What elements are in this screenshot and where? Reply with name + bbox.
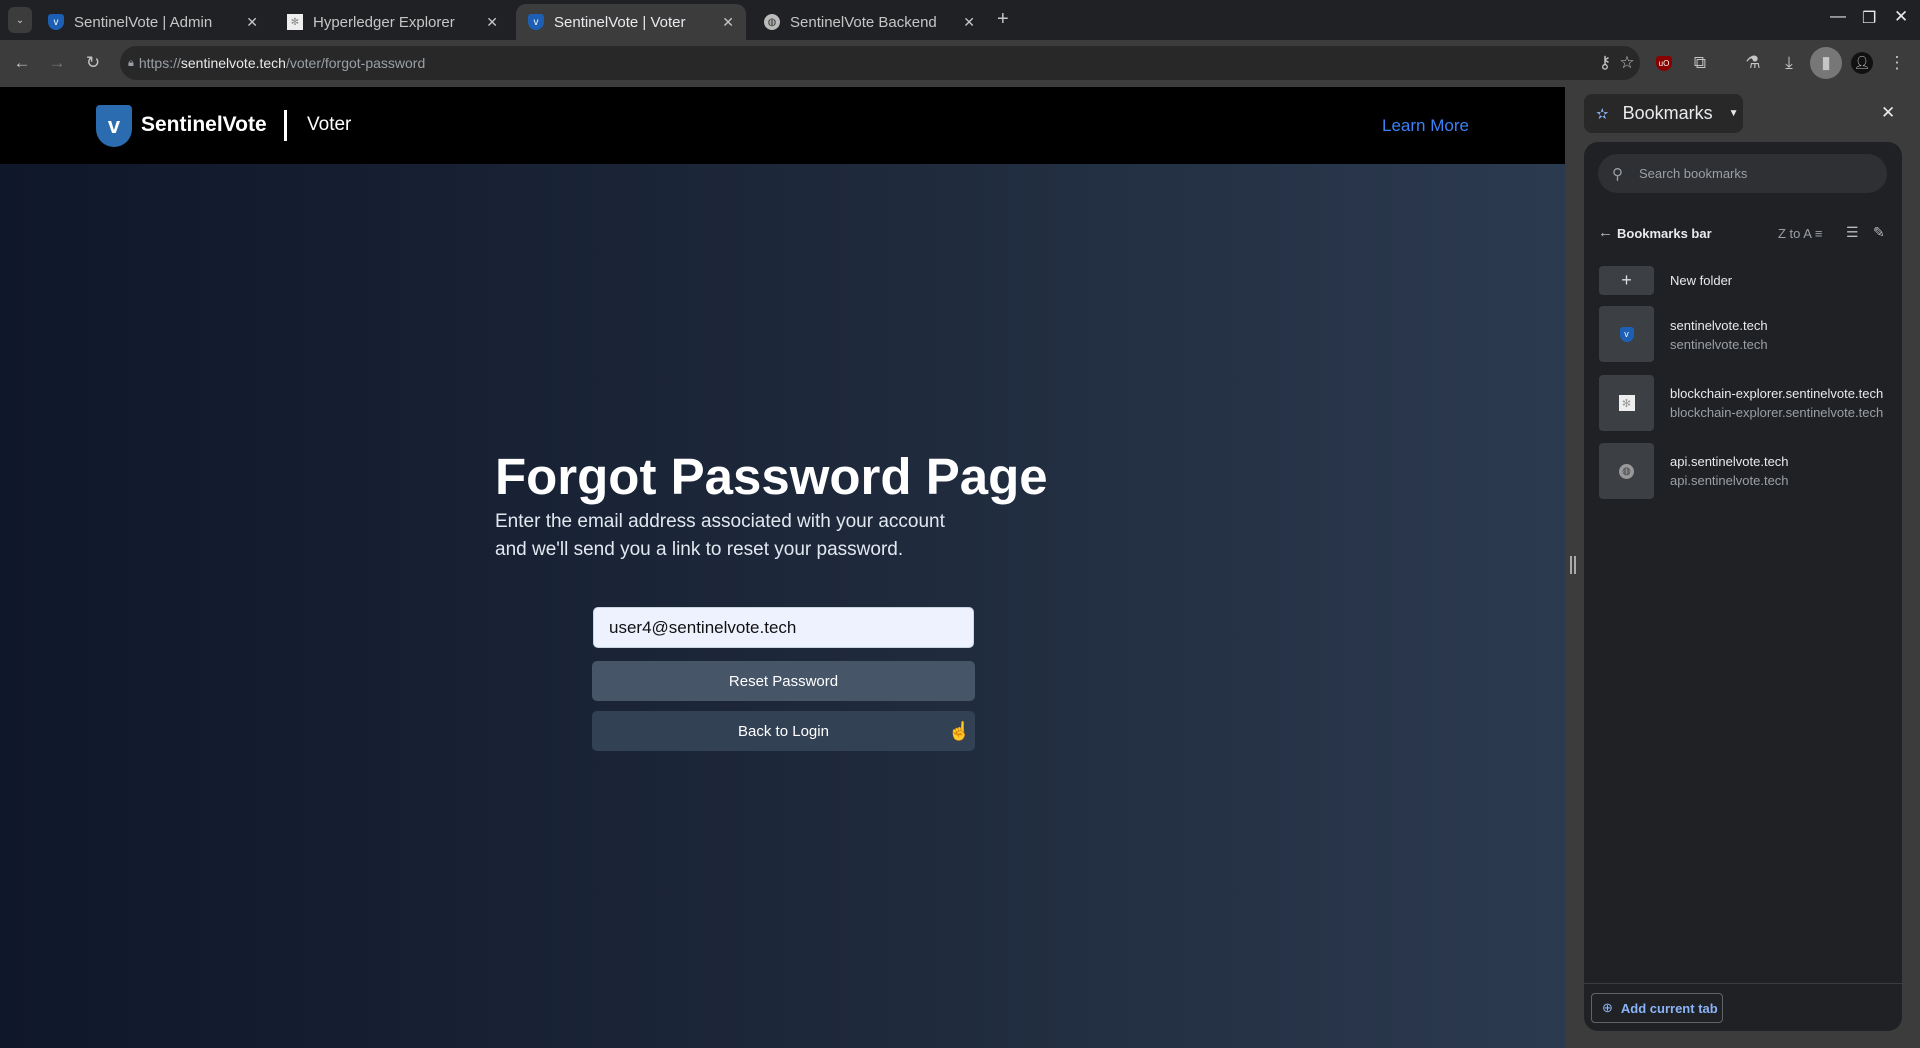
email-input[interactable] [593, 607, 974, 648]
header-divider [284, 110, 287, 141]
edit-icon[interactable]: ✎ [1873, 224, 1885, 241]
shield-v-icon: v [1619, 326, 1634, 342]
caret-down-icon: ▼ [1728, 108, 1739, 119]
ublock-icon[interactable]: uO [1651, 50, 1677, 76]
close-tab-icon[interactable]: ✕ [246, 14, 258, 31]
search-bookmarks-input[interactable]: ⚲ Search bookmarks [1598, 154, 1887, 193]
tab-voter[interactable]: v SentinelVote | Voter ✕ [516, 4, 746, 40]
sort-button[interactable]: Z to A ≡ [1778, 226, 1822, 241]
profile-icon[interactable]: 👤︎ [1849, 50, 1875, 76]
sentinelvote-logo-icon: v [96, 105, 132, 147]
extensions-icon[interactable]: ⧉ [1687, 50, 1713, 76]
filter-icon: ≡ [1814, 226, 1823, 241]
folder-name: Bookmarks bar [1617, 226, 1712, 241]
close-tab-icon[interactable]: ✕ [486, 14, 498, 31]
add-current-tab-button[interactable]: ⊕ Add current tab [1591, 993, 1723, 1023]
list-view-icon[interactable]: ☰ [1846, 224, 1859, 241]
subtitle-line: and we'll send you a link to reset your … [495, 539, 904, 560]
minimize-button[interactable]: — [1830, 8, 1846, 26]
panel-footer-divider [1584, 983, 1902, 984]
bookmark-item[interactable]: v [1599, 306, 1654, 362]
lock-icon: 🔒︎ [128, 56, 134, 69]
bookmark-star-icon[interactable]: ☆ [1614, 50, 1640, 76]
add-circle-icon: ⊕ [1602, 1000, 1613, 1015]
download-icon[interactable]: ⤓ [1776, 50, 1802, 76]
tab-search-button[interactable]: ⌄ [8, 7, 32, 33]
new-tab-button[interactable]: + [997, 8, 1009, 31]
shield-v-icon: v [528, 14, 544, 30]
bookmark-item[interactable]: ◍ [1599, 443, 1654, 499]
back-icon[interactable]: ← [9, 50, 35, 76]
page-content: v SentinelVote Voter Learn More Forgot P… [0, 87, 1565, 1048]
tab-backend[interactable]: ◍ SentinelVote Backend ✕ [752, 4, 987, 40]
side-panel-icon[interactable]: ▮ [1810, 47, 1842, 79]
close-panel-icon[interactable]: ✕ [1881, 103, 1895, 123]
globe-icon: ◍ [1619, 463, 1634, 479]
address-bar[interactable]: 🔒︎ https://sentinelvote.tech/voter/forgo… [120, 46, 1640, 80]
back-folder-icon[interactable]: ← [1598, 224, 1613, 241]
tab-strip: ⌄ v SentinelVote | Admin ✕ ✻ Hyperledger Ex… [0, 0, 1920, 40]
restore-button[interactable]: ❐ [1862, 8, 1876, 28]
section-label: Voter [307, 114, 352, 135]
tab-hyperledger[interactable]: ✻ Hyperledger Explorer ✕ [275, 4, 510, 40]
bookmarks-panel-selector[interactable]: ✫ Bookmarks ▼ [1584, 94, 1743, 133]
site-header: v SentinelVote Voter Learn More [0, 87, 1565, 164]
bookmarks-star-icon: ✫ [1596, 105, 1609, 123]
subtitle-line: Enter the email address associated with … [495, 511, 945, 532]
brand-name[interactable]: SentinelVote [141, 113, 267, 137]
close-window-button[interactable]: ✕ [1894, 7, 1908, 27]
menu-icon[interactable]: ⋮ [1884, 50, 1910, 76]
close-tab-icon[interactable]: ✕ [722, 14, 734, 31]
globe-icon: ◍ [764, 14, 780, 30]
hyperledger-icon: ✻ [1618, 395, 1635, 411]
forward-icon[interactable]: → [44, 50, 70, 76]
search-icon: ⚲ [1612, 165, 1623, 183]
new-folder-button[interactable]: + [1599, 266, 1654, 295]
cursor-hand-icon: ☝ [948, 721, 971, 741]
tab-admin[interactable]: v SentinelVote | Admin ✕ [36, 4, 270, 40]
hyperledger-icon: ✻ [287, 14, 303, 30]
shield-v-icon: v [48, 14, 64, 30]
new-folder-label[interactable]: New folder [1670, 273, 1732, 288]
reload-icon[interactable]: ↻ [80, 50, 106, 76]
bookmark-item[interactable]: ✻ [1599, 375, 1654, 431]
labs-icon[interactable]: ⚗ [1740, 50, 1766, 76]
close-tab-icon[interactable]: ✕ [963, 14, 975, 31]
back-to-login-button[interactable]: Back to Login [592, 711, 975, 751]
page-title: Forgot Password Page [495, 448, 1048, 505]
learn-more-link[interactable]: Learn More [1382, 116, 1469, 136]
panel-resize-handle[interactable] [1570, 556, 1576, 574]
reset-password-button[interactable]: Reset Password [592, 661, 975, 701]
